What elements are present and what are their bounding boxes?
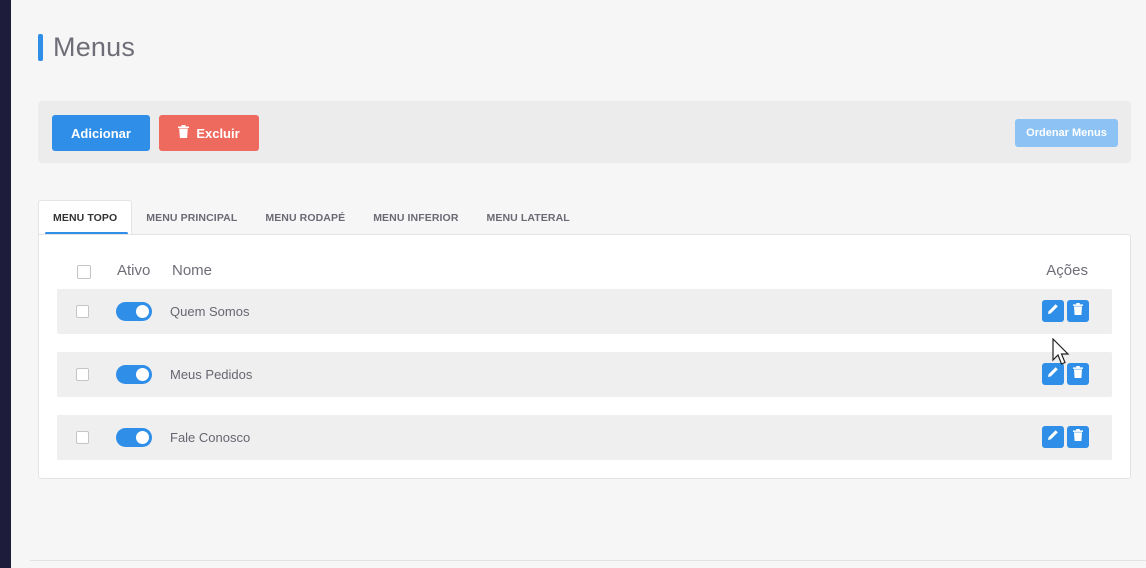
column-header-name: Nome	[172, 262, 213, 279]
tab-menu-inferior[interactable]: MENU INFERIOR	[359, 200, 472, 235]
trash-icon	[1073, 302, 1083, 320]
table-header: Ativo Nome Ações	[39, 259, 1130, 283]
trash-icon	[1073, 365, 1083, 383]
delete-button[interactable]: Excluir	[159, 115, 259, 151]
row-checkbox[interactable]	[76, 368, 89, 381]
row-delete-button[interactable]	[1067, 300, 1089, 322]
active-toggle[interactable]	[116, 365, 152, 384]
add-button[interactable]: Adicionar	[52, 115, 150, 151]
tab-menu-topo[interactable]: MENU TOPO	[38, 200, 133, 235]
mouse-cursor-icon	[1052, 337, 1072, 373]
table-row: Quem Somos	[57, 289, 1112, 334]
row-name: Fale Conosco	[170, 430, 251, 445]
tab-menu-principal[interactable]: MENU PRINCIPAL	[132, 200, 251, 235]
select-all-checkbox[interactable]	[77, 265, 91, 279]
order-menus-button[interactable]: Ordenar Menus	[1015, 119, 1118, 147]
pencil-icon	[1047, 302, 1059, 320]
pencil-icon	[1047, 428, 1059, 446]
page-title: Menus	[53, 31, 136, 62]
tab-menu-rodape[interactable]: MENU RODAPÉ	[251, 200, 359, 235]
page-header: Menus	[38, 30, 135, 64]
sidebar-rail	[0, 0, 11, 568]
row-name: Quem Somos	[170, 304, 250, 319]
active-toggle[interactable]	[116, 428, 152, 447]
active-toggle[interactable]	[116, 302, 152, 321]
toggle-knob	[136, 305, 149, 318]
toggle-knob	[136, 368, 149, 381]
tab-menu-lateral[interactable]: MENU LATERAL	[473, 200, 584, 235]
menu-table-panel: Ativo Nome Ações Quem Somos Meus Pedidos…	[38, 234, 1131, 479]
row-delete-button[interactable]	[1067, 426, 1089, 448]
title-accent-bar	[38, 33, 43, 61]
edit-button[interactable]	[1042, 426, 1064, 448]
toggle-knob	[136, 431, 149, 444]
table-row: Meus Pedidos	[57, 352, 1112, 397]
menu-tabs: MENU TOPO MENU PRINCIPAL MENU RODAPÉ MEN…	[38, 200, 584, 236]
row-checkbox[interactable]	[76, 431, 89, 444]
edit-button[interactable]	[1042, 300, 1064, 322]
trash-icon	[1073, 428, 1083, 446]
column-header-actions: Ações	[1046, 262, 1088, 279]
table-row: Fale Conosco	[57, 415, 1112, 460]
footer-divider	[30, 560, 1146, 561]
toolbar: Adicionar Excluir Ordenar Menus	[38, 101, 1131, 163]
row-name: Meus Pedidos	[170, 367, 253, 382]
row-checkbox[interactable]	[76, 305, 89, 318]
trash-icon	[178, 125, 190, 141]
column-header-active: Ativo	[117, 262, 151, 279]
delete-button-label: Excluir	[196, 125, 240, 141]
